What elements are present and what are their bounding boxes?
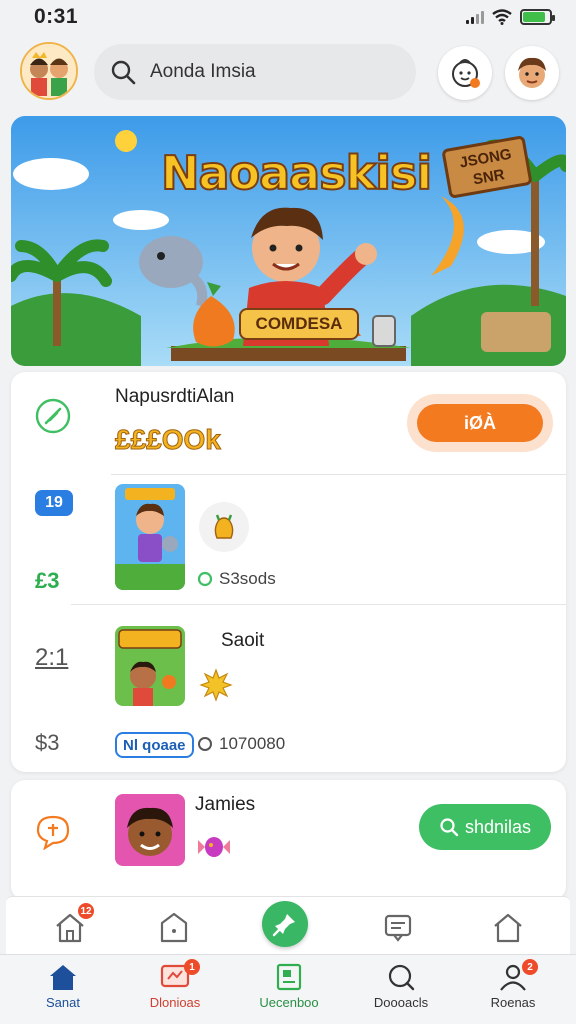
notification-button[interactable] bbox=[438, 46, 492, 100]
document-icon bbox=[276, 963, 302, 991]
item-price: $3 bbox=[35, 730, 60, 755]
boy-avatar-icon bbox=[518, 57, 546, 88]
user-avatar-thumbnail[interactable] bbox=[115, 794, 185, 866]
item-title[interactable]: Saoit bbox=[221, 630, 264, 652]
tab-label: Dlonioas bbox=[149, 995, 201, 1010]
toolbar-pin-fab[interactable] bbox=[262, 901, 308, 947]
tab-label: Doooacls bbox=[373, 995, 429, 1010]
chat-bubble-icon bbox=[35, 814, 71, 850]
search-icon bbox=[111, 60, 136, 85]
leaf-icon bbox=[35, 398, 71, 434]
featured-action-button[interactable]: iØÀ bbox=[407, 394, 553, 452]
item-meta: S3sods bbox=[197, 569, 276, 589]
tab-label: Sanat bbox=[46, 995, 80, 1010]
featured-price: £££OOk bbox=[115, 424, 222, 456]
banner-subtitle: COMDESA bbox=[239, 308, 359, 340]
game-cover-art bbox=[115, 484, 185, 590]
tab-profile[interactable]: 2 Roenas bbox=[458, 959, 568, 1010]
battery-level bbox=[523, 12, 546, 22]
sun-badge-icon bbox=[199, 668, 233, 707]
tab-label: Roenas bbox=[490, 995, 536, 1010]
search-icon bbox=[388, 964, 415, 991]
item-reward-icon bbox=[199, 502, 249, 552]
item-title[interactable]: Jamies bbox=[195, 794, 255, 816]
tab-home[interactable]: Sanat bbox=[8, 963, 118, 1010]
message-icon bbox=[384, 914, 412, 942]
status-circle-icon bbox=[198, 737, 212, 751]
baby-face-icon bbox=[452, 59, 480, 88]
game-thumbnail[interactable] bbox=[115, 484, 185, 590]
feed-card: Jamies shdnilas bbox=[11, 780, 566, 900]
home-icon bbox=[50, 965, 76, 990]
game-thumbnail[interactable] bbox=[115, 626, 185, 706]
pin-icon bbox=[272, 914, 295, 937]
item-tag-chip[interactable]: Nl qoaae bbox=[115, 732, 194, 758]
tab-badge: 1 bbox=[184, 959, 200, 975]
item-score: 2:1 bbox=[35, 644, 69, 671]
banner-title: Naoaaskisi bbox=[160, 145, 433, 201]
item-meta-text: S3sods bbox=[219, 569, 276, 588]
tab-search[interactable]: Doooacls bbox=[346, 963, 456, 1010]
tab-chat[interactable]: 1 Dlonioas bbox=[120, 959, 230, 1010]
promo-banner[interactable]: Naoaaskisi COMDESA JSONG SNR bbox=[11, 116, 566, 366]
search-icon bbox=[440, 818, 459, 837]
tab-documents[interactable]: Uecenboo bbox=[234, 963, 344, 1010]
status-time: 0:31 bbox=[34, 5, 79, 28]
house-icon bbox=[494, 913, 522, 943]
quick-toolbar: 12 bbox=[6, 896, 570, 954]
status-icons bbox=[466, 9, 555, 25]
app-logo-avatar[interactable] bbox=[20, 42, 78, 100]
item-meta-text: 1070080 bbox=[219, 734, 286, 753]
item-action-label: shdnilas bbox=[464, 816, 532, 837]
header: Aonda Imsia bbox=[0, 40, 576, 108]
game-cover-art bbox=[115, 626, 185, 706]
search-input[interactable]: Aonda Imsia bbox=[150, 61, 256, 83]
featured-title[interactable]: NapusrdtiAlan bbox=[115, 386, 234, 408]
tab-label: Uecenboo bbox=[259, 995, 319, 1010]
toolbar-store-button[interactable] bbox=[152, 905, 196, 949]
search-bar[interactable]: Aonda Imsia bbox=[94, 44, 416, 100]
toolbar-messages-button[interactable] bbox=[376, 905, 420, 949]
battery-icon bbox=[520, 9, 555, 25]
toolbar-home-badge: 12 bbox=[78, 903, 94, 919]
toolbar-house-button[interactable] bbox=[486, 905, 530, 949]
toolbar-home-button[interactable]: 12 bbox=[48, 903, 94, 949]
status-bar: 0:31 bbox=[0, 0, 576, 34]
item-meta: 1070080 bbox=[197, 734, 285, 754]
item-price: £3 bbox=[35, 568, 60, 593]
user-avatar-art bbox=[115, 794, 185, 866]
row-divider bbox=[71, 604, 566, 605]
signal-icon bbox=[466, 10, 484, 24]
item-badge: 19 bbox=[35, 490, 73, 516]
item-action-button[interactable]: shdnilas bbox=[419, 804, 551, 850]
bottom-tab-bar: Sanat 1 Dlonioas Uecenboo Doooacls 2 Roe… bbox=[0, 954, 576, 1024]
feed-card: NapusrdtiAlan £££OOk iØÀ 19 £3 S3sods 2:… bbox=[11, 372, 566, 772]
candy-icon bbox=[197, 832, 231, 867]
profile-avatar-button[interactable] bbox=[505, 46, 559, 100]
status-circle-icon bbox=[197, 571, 213, 587]
row-divider bbox=[111, 474, 566, 475]
wifi-icon bbox=[492, 9, 512, 25]
tab-badge: 2 bbox=[522, 959, 538, 975]
featured-action-label: iØÀ bbox=[417, 404, 543, 442]
kids-avatar-icon bbox=[22, 44, 76, 98]
store-icon bbox=[160, 912, 188, 943]
